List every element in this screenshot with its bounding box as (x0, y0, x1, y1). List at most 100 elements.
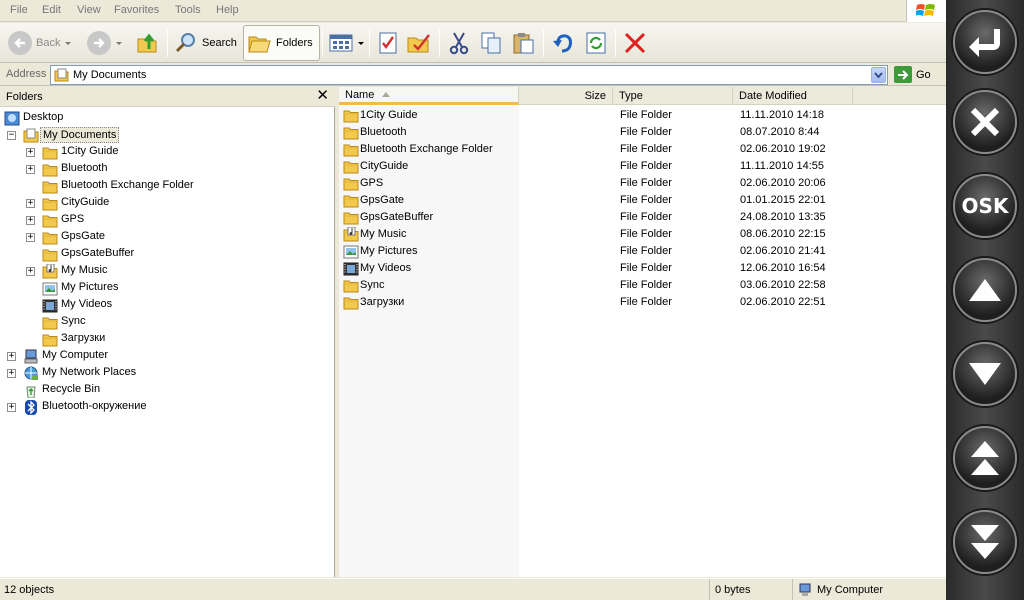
status-zone-text: My Computer (817, 584, 884, 596)
my-music-icon (42, 263, 58, 282)
back-label: Back (36, 37, 61, 49)
tree-item-label: GpsGateBuffer (61, 247, 135, 259)
file-name: My Music (360, 228, 407, 240)
toolbar-separator (439, 29, 440, 57)
undo-button[interactable] (551, 25, 575, 61)
address-field[interactable]: My Documents (50, 65, 888, 85)
osk-label: OSK (961, 194, 1009, 218)
file-list-row[interactable]: Bluetooth Exchange Folder File Folder 02.0… (339, 141, 939, 158)
column-header-label: Size (584, 90, 606, 102)
collapse-icon[interactable]: − (7, 131, 16, 140)
file-date-modified: 03.06.2010 22:58 (740, 279, 826, 291)
expand-icon[interactable]: + (26, 216, 35, 225)
views-button[interactable] (329, 25, 364, 61)
chevron-down-icon (358, 41, 364, 45)
tree-item-label: My Computer (42, 349, 109, 361)
folders-label: Folders (276, 37, 313, 49)
expand-icon[interactable]: + (7, 403, 16, 412)
file-list-row[interactable]: GpsGateBuffer File Folder 24.08.2010 13:35 (339, 209, 939, 226)
file-date-modified: 11.11.2010 14:18 (740, 109, 825, 121)
expand-icon[interactable]: + (26, 199, 35, 208)
expand-icon[interactable]: + (26, 233, 35, 242)
go-arrow-icon (894, 66, 912, 83)
file-list-row[interactable]: Загрузки File Folder 02.06.2010 22:51 (339, 294, 939, 311)
search-button[interactable]: Search (174, 25, 237, 61)
paste-button[interactable] (511, 25, 535, 61)
folder-icon (42, 315, 58, 333)
search-icon (175, 33, 195, 53)
expand-icon[interactable]: + (26, 148, 35, 157)
folder-options-button[interactable] (407, 25, 431, 61)
file-type: File Folder (620, 245, 672, 257)
menu-help[interactable]: Help (216, 4, 239, 16)
file-list-row[interactable]: GpsGate File Folder 01.01.2015 22:01 (339, 192, 939, 209)
forward-button[interactable] (87, 25, 122, 61)
menu-tools[interactable]: Tools (175, 4, 201, 16)
menu-file[interactable]: File (10, 4, 28, 16)
file-list-row[interactable]: My Pictures File Folder 02.06.2010 21:41 (339, 243, 939, 260)
column-header-type[interactable]: Type (613, 87, 733, 105)
go-button[interactable]: Go (894, 66, 931, 83)
folders-icon (248, 36, 271, 53)
tree-item-label: Desktop (23, 111, 64, 123)
expand-icon[interactable]: + (26, 267, 35, 276)
menu-edit[interactable]: Edit (42, 4, 61, 16)
windows-flag-icon (916, 4, 935, 16)
sync-button[interactable] (584, 25, 608, 61)
menu-bar: File Edit View Favorites Tools Help (0, 0, 946, 22)
scroll-up-button[interactable] (953, 258, 1017, 322)
file-list-row[interactable]: My Videos File Folder 12.06.2010 16:54 (339, 260, 939, 277)
file-list-row[interactable]: CityGuide File Folder 11.11.2010 14:55 (339, 158, 939, 175)
properties-button[interactable] (376, 25, 400, 61)
expand-icon[interactable]: + (7, 369, 16, 378)
tree-item-label: Bluetooth-окружение (42, 400, 147, 412)
osk-button[interactable]: OSK (953, 174, 1017, 238)
file-list-row[interactable]: My Music File Folder 08.06.2010 22:15 (339, 226, 939, 243)
toolbar-separator (322, 29, 323, 57)
file-name: 1City Guide (360, 109, 418, 121)
menu-favorites[interactable]: Favorites (114, 4, 159, 16)
back-button[interactable]: Back (8, 25, 72, 61)
file-type: File Folder (620, 109, 672, 121)
close-icon[interactable]: ✕ (316, 87, 329, 105)
column-header-label: Name (345, 88, 375, 101)
address-dropdown-button[interactable] (871, 67, 886, 83)
scroll-down-button[interactable] (953, 342, 1017, 406)
page-down-button[interactable] (953, 510, 1017, 574)
tree-item-label: My Pictures (61, 281, 119, 293)
close-button[interactable] (953, 90, 1017, 154)
cut-button[interactable] (447, 25, 471, 61)
copy-button[interactable] (479, 25, 503, 61)
expand-icon[interactable]: + (7, 352, 16, 361)
column-header-date-modified[interactable]: Date Modified (733, 87, 853, 105)
tree-item-label: My Music (61, 264, 108, 276)
folders-title: Folders (6, 91, 43, 103)
up-folder-button[interactable] (136, 25, 160, 61)
delete-x-icon (624, 32, 646, 54)
file-list-row[interactable]: Sync File Folder 03.06.2010 22:58 (339, 277, 939, 294)
forward-arrow-icon (87, 31, 111, 55)
menu-view[interactable]: View (77, 4, 101, 16)
expand-icon[interactable]: + (26, 165, 35, 174)
file-list-row[interactable]: GPS File Folder 02.06.2010 20:06 (339, 175, 939, 192)
status-bar: 12 objects 0 bytes My Computer (0, 578, 946, 600)
file-list-row[interactable]: Bluetooth File Folder 08.07.2010 8:44 (339, 124, 939, 141)
address-value: My Documents (73, 69, 147, 81)
folder-check-icon (407, 34, 430, 53)
computer-icon (799, 583, 811, 596)
delete-button[interactable] (623, 25, 647, 61)
folders-button[interactable]: Folders (243, 25, 320, 61)
go-label: Go (916, 68, 931, 81)
file-type: File Folder (620, 279, 672, 291)
paste-icon (513, 33, 534, 54)
column-header-name[interactable]: Name (339, 87, 519, 105)
toolbar-separator (543, 29, 544, 57)
close-icon (970, 107, 1000, 137)
page-up-button[interactable] (953, 426, 1017, 490)
folder-icon (42, 145, 58, 163)
file-list-row[interactable]: 1City Guide File Folder 11.11.2010 14:18 (339, 107, 939, 124)
file-name: My Pictures (360, 245, 418, 257)
tree-item-label: Bluetooth (61, 162, 108, 174)
enter-button[interactable] (953, 10, 1017, 74)
column-header-size[interactable]: Size (519, 87, 613, 105)
